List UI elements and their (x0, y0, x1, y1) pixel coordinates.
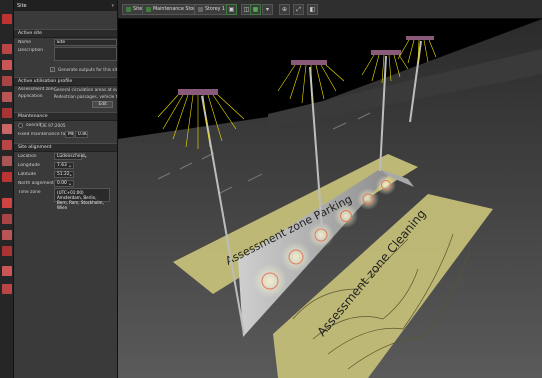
description-label: Description (18, 48, 44, 53)
time-zone-label: Time zone (18, 190, 41, 195)
location-select[interactable]: Lüdenscheid ▾ (54, 153, 87, 160)
properties-panel: Site ▾ Active site Name Site Description… (14, 0, 118, 378)
left-toolbar (0, 0, 14, 378)
time-zone-row: Time zone (UTC+01:00) Amsterdam, Berlin,… (14, 188, 117, 210)
application-value: Pedestrian passages, vehicle turning, l.… (53, 94, 117, 99)
3d-viewport[interactable]: Assessment zone Parking Assessment zone … (118, 19, 542, 378)
fixed-mf-unit: MF (65, 131, 74, 138)
scene-canvas: Assessment zone Parking Assessment zone … (118, 19, 542, 378)
overall-row: overall CIE 97:2005 (14, 121, 117, 130)
ground-elements-tool-icon[interactable] (2, 156, 12, 166)
tab-maintenance-label: Maintenance Stock (153, 7, 199, 12)
fixed-mf-label: Fixed maintenance factor (18, 132, 65, 137)
storey-tool-icon[interactable] (2, 60, 12, 70)
output-tool-icon[interactable] (2, 230, 12, 240)
spinner-icon: ▴ (68, 163, 71, 168)
site-icon (126, 7, 131, 12)
latitude-row: Latitude 51.22 ▴ (14, 170, 117, 179)
longitude-label: Longitude (18, 163, 40, 168)
calc-tool-icon[interactable] (2, 108, 12, 118)
latitude-label: Latitude (18, 172, 37, 177)
location-value: Lüdenscheid (57, 154, 85, 159)
daylight-tool-icon[interactable] (2, 172, 12, 182)
overall-value: CIE 97:2005 (40, 123, 66, 128)
time-zone-select[interactable]: (UTC+01:00) Amsterdam, Berlin, Bern, Rom… (54, 188, 110, 210)
north-alignment-label: North alignment (18, 181, 54, 186)
generate-outputs-label: Generate outputs for this site (58, 67, 117, 72)
north-alignment-row: North alignment 0.00 ▴ (14, 179, 117, 188)
location-label: Location (18, 154, 37, 159)
ground-icon (146, 7, 151, 12)
north-alignment-input[interactable]: 0.00 ▴ (54, 180, 74, 187)
light-scenes-tool-icon[interactable] (2, 140, 12, 150)
assessment-zone-label: Assessment zone (18, 87, 54, 92)
panel-header: Site ▾ (14, 0, 117, 11)
print-tool-icon[interactable] (2, 284, 12, 294)
generate-outputs-row: ✓ Generate outputs for this site (14, 65, 117, 74)
spinner-icon: ▴ (69, 172, 72, 177)
overall-label: overall (26, 123, 41, 128)
assessment-zone-row: Assessment zone General circulation area… (14, 86, 117, 93)
name-input[interactable]: Site (53, 39, 117, 46)
location-row: Location Lüdenscheid ▾ (14, 152, 117, 161)
north-alignment-value: 0.00 (57, 181, 67, 186)
longitude-row: Longitude 7.63 ▴ (14, 161, 117, 170)
export-tool-icon[interactable] (2, 246, 12, 256)
section-site-alignment[interactable]: Site alignment (14, 143, 117, 152)
name-row: Name Site (14, 38, 117, 47)
report-tool-icon[interactable] (2, 266, 12, 276)
edit-button[interactable]: Edit (92, 101, 113, 108)
view-3d-icon[interactable]: ▣ (226, 4, 237, 15)
room-tool-icon[interactable] (2, 76, 12, 86)
panel-title: Site (17, 2, 27, 9)
generate-outputs-checkbox[interactable]: ✓ (50, 67, 55, 72)
storey-icon (198, 7, 203, 12)
application-label: Application (18, 94, 43, 99)
spinner-icon: ▴ (68, 181, 71, 186)
luminaire-tool-icon[interactable] (2, 92, 12, 102)
objects-tool-icon[interactable] (2, 124, 12, 134)
top-toolbar: Site › Maintenance Stock ▾ Storey 1 ▾ ▣ … (118, 0, 542, 19)
overall-radio[interactable] (18, 123, 23, 128)
camera-icon[interactable]: ◧ (307, 4, 318, 15)
description-input[interactable] (53, 47, 117, 61)
site-tool-icon[interactable] (2, 14, 12, 24)
latitude-value: 51.22 (57, 172, 70, 177)
camera-tool-icon[interactable] (2, 198, 12, 208)
section-active-site[interactable]: Active site (14, 29, 117, 38)
edit-row: Edit (14, 100, 117, 109)
documentation-tool-icon[interactable] (2, 214, 12, 224)
pin-icon[interactable]: ▾ (111, 3, 114, 9)
building-tool-icon[interactable] (2, 44, 12, 54)
fixed-mf-input[interactable]: 0.80 (75, 131, 88, 138)
dropdown-icon: ▾ (84, 154, 87, 159)
application-row: Application Pedestrian passages, vehicle… (14, 93, 117, 100)
tab-storey-label: Storey 1 (205, 7, 226, 12)
description-row: Description (14, 47, 117, 65)
zoom-fit-icon[interactable]: ⤢ (293, 4, 304, 15)
section-activation-profile[interactable]: Active utilisation profile (14, 77, 117, 86)
view-grid-icon[interactable]: ▦ (250, 4, 261, 15)
view-options-icon[interactable]: ▾ (262, 4, 273, 15)
longitude-input[interactable]: 7.63 ▴ (54, 162, 74, 169)
fixed-mf-row: Fixed maintenance factor MF 0.80 (14, 130, 117, 139)
section-maintenance[interactable]: Maintenance (14, 112, 117, 121)
zoom-extents-icon[interactable]: ⊕ (279, 4, 290, 15)
tab-site-label: Site (133, 7, 143, 12)
latitude-input[interactable]: 51.22 ▴ (54, 171, 74, 178)
longitude-value: 7.63 (57, 163, 67, 168)
assessment-zone-value: General circulation areas at outdoor w..… (53, 87, 117, 92)
name-label: Name (18, 40, 31, 45)
